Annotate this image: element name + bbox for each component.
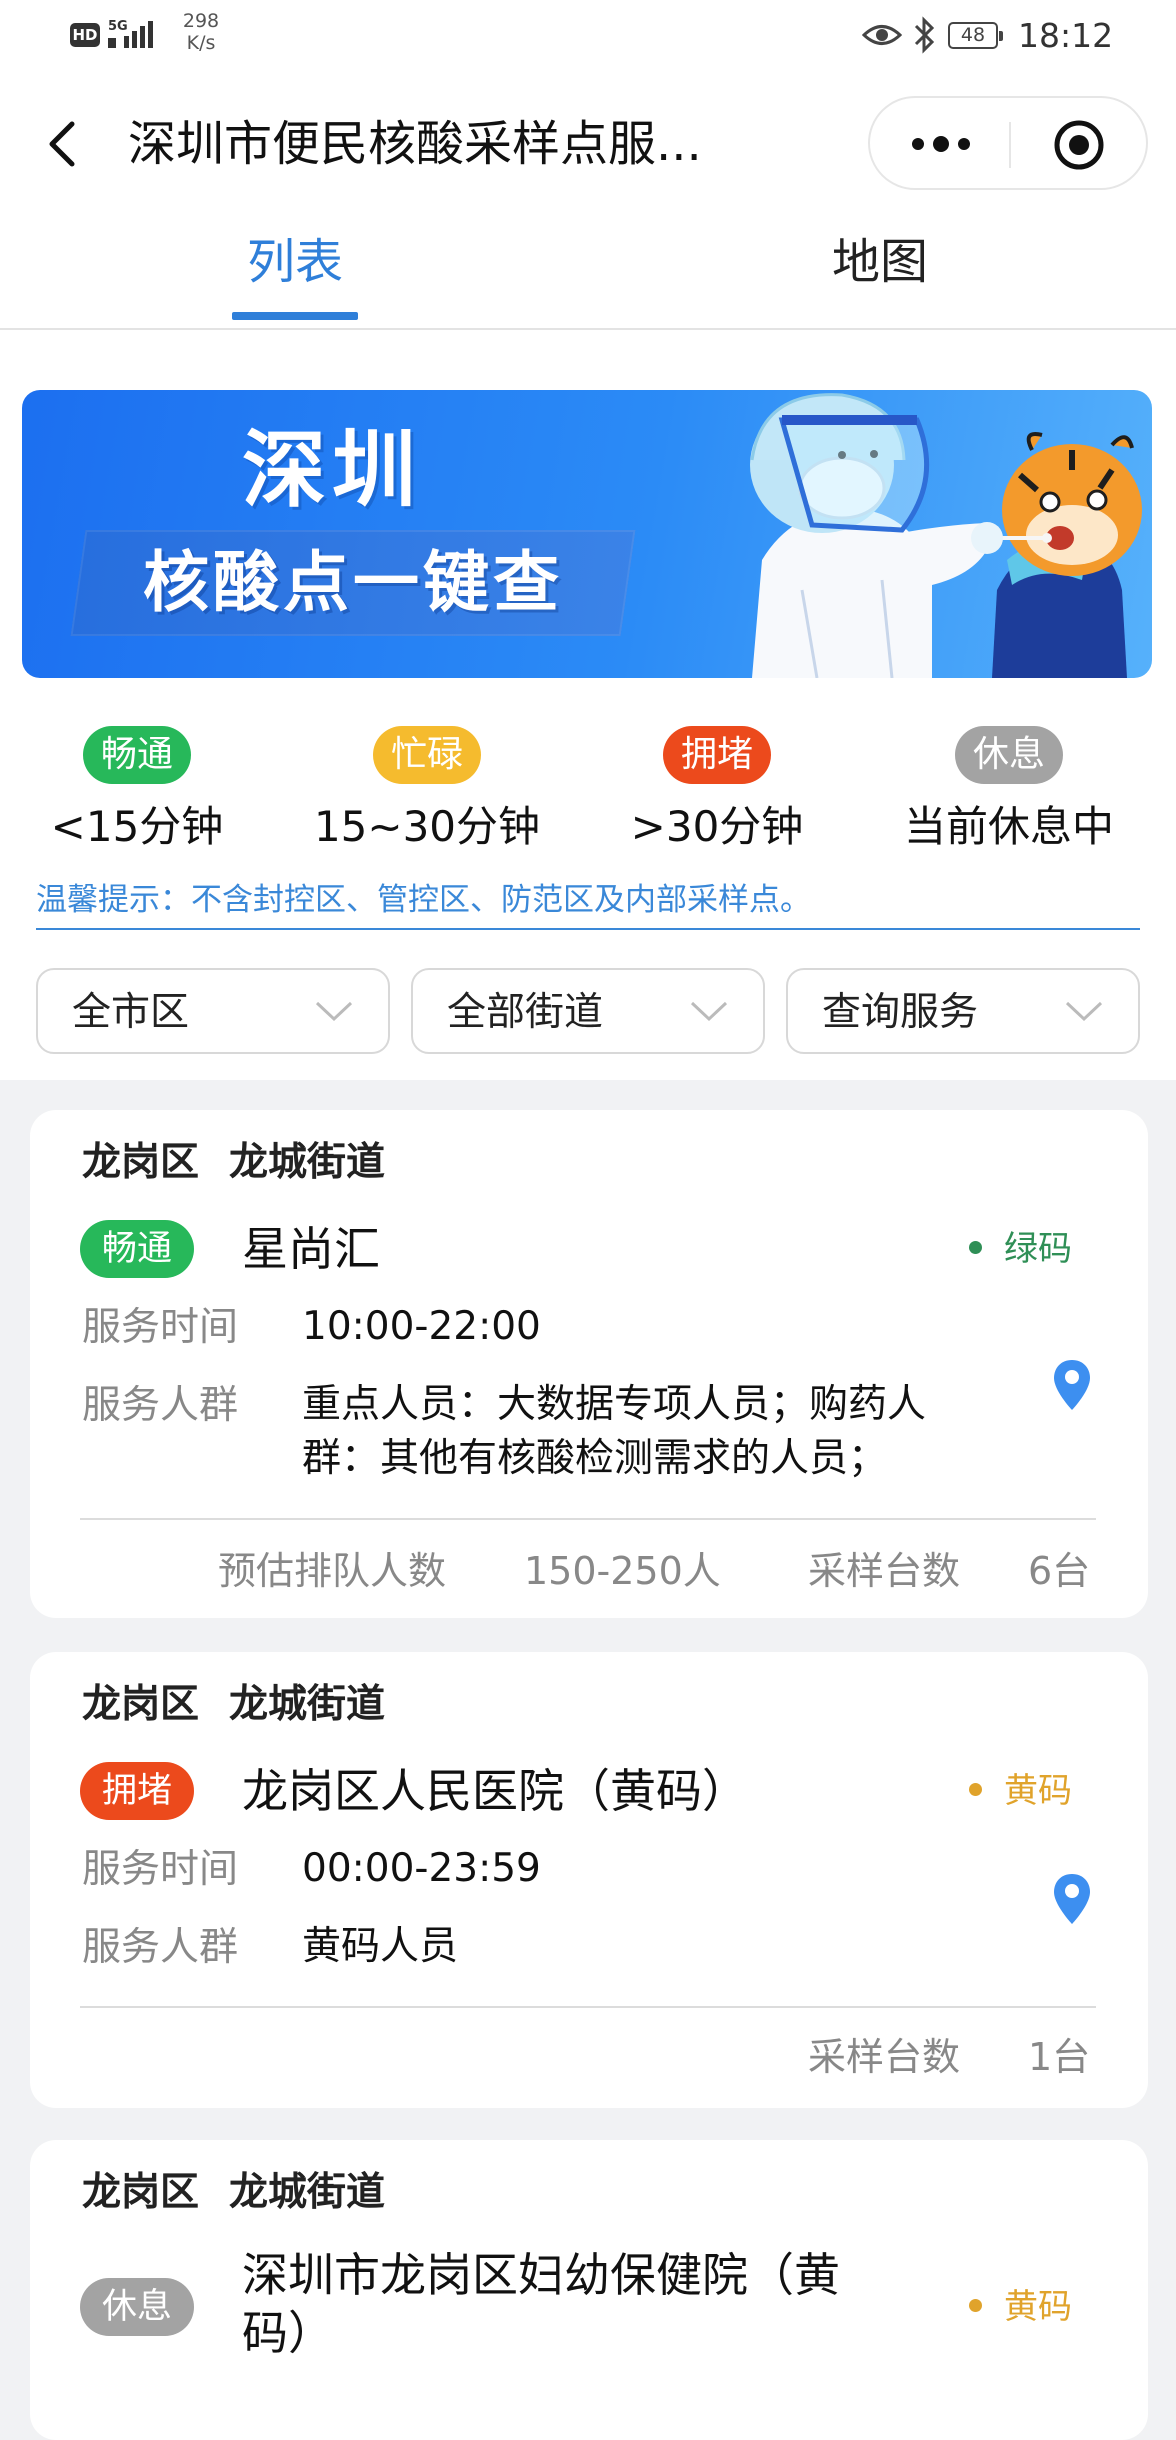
- more-button[interactable]: [906, 126, 976, 162]
- legend-desc: 15~30分钟: [313, 802, 541, 851]
- queue-value: 150-250人: [524, 1549, 721, 1593]
- code-label: 绿码: [1004, 1229, 1072, 1269]
- service-time-value: 10:00-22:00: [302, 1304, 541, 1349]
- card-divider: [80, 1518, 1096, 1520]
- service-group-label: 服务人群: [82, 1383, 239, 1428]
- battery-icon: 48: [948, 22, 1003, 49]
- speed-unit: K/s: [186, 32, 216, 54]
- status-bar: HD 5G 298 K/s 48 18:12: [0, 0, 1176, 76]
- stations-value: 6台: [1028, 1549, 1091, 1593]
- legend-desc: 当前休息中: [903, 802, 1114, 851]
- legend-congested: 拥堵 >30分钟: [602, 726, 832, 851]
- service-group-label: 服务人群: [82, 1925, 239, 1970]
- health-code: 黄码: [969, 2282, 1072, 2332]
- queue-label: 预估排队人数: [218, 1549, 447, 1593]
- card-region: 龙岗区 龙城街道: [82, 2166, 385, 2220]
- network-speed: 298 K/s: [176, 10, 226, 54]
- legend-resting: 休息 当前休息中: [894, 726, 1124, 851]
- service-time-value: 00:00-23:59: [302, 1846, 541, 1891]
- speed-value: 298: [182, 10, 220, 32]
- service-group-value: 重点人员：大数据专项人员；购药人群：其他有核酸检测需求的人员；: [302, 1382, 927, 1481]
- code-label: 黄码: [1004, 1771, 1072, 1811]
- chevron-down-icon: [1065, 1001, 1103, 1022]
- stations-label: 采样台数: [808, 1549, 961, 1593]
- legend-smooth: 畅通 <15分钟: [22, 726, 252, 851]
- card-divider: [80, 2006, 1096, 2008]
- back-button[interactable]: [40, 114, 90, 174]
- district-name: 龙岗区: [82, 2170, 200, 2215]
- stations-value: 1台: [1028, 2035, 1091, 2079]
- network-type: 5G: [108, 19, 128, 34]
- filter-label: 全部街道: [447, 990, 604, 1035]
- status-badge: 拥堵: [80, 1762, 195, 1820]
- legend-badge: 畅通: [82, 726, 192, 784]
- tab-list-label: 列表: [246, 234, 343, 290]
- notice-tip: 温馨提示：不含封控区、管控区、防范区及内部采样点。: [36, 878, 1140, 930]
- mini-program-capsule: [868, 96, 1148, 190]
- location-pin-icon[interactable]: [1052, 1358, 1092, 1412]
- eye-icon: [862, 25, 902, 45]
- status-badge: 畅通: [80, 1220, 195, 1278]
- site-card[interactable]: 龙岗区 龙城街道 拥堵 龙岗区人民医院（黄码） 黄码 服务时间 00:00-23:…: [30, 1652, 1148, 2108]
- street-name: 龙城街道: [229, 1140, 386, 1185]
- clock: 18:12: [1018, 16, 1114, 55]
- site-name: 龙岗区人民医院（黄码）: [242, 1764, 748, 1818]
- filter-label: 全市区: [72, 990, 190, 1035]
- legend-busy: 忙碌 15~30分钟: [312, 726, 542, 851]
- tab-list[interactable]: 列表: [200, 232, 390, 322]
- title-bar: 深圳市便民核酸采样点服...: [0, 76, 1176, 212]
- stations-label: 采样台数: [808, 2035, 961, 2079]
- legend-badge: 拥堵: [662, 726, 772, 784]
- tab-map[interactable]: 地图: [780, 232, 980, 322]
- site-card[interactable]: 龙岗区 龙城街道 畅通 星尚汇 绿码 服务时间 10:00-22:00 服务人群 …: [30, 1110, 1148, 1618]
- district-name: 龙岗区: [82, 1140, 200, 1185]
- health-code: 黄码: [969, 1766, 1072, 1816]
- legend-badge: 休息: [954, 726, 1064, 784]
- tab-map-label: 地图: [831, 234, 928, 290]
- legend-desc: <15分钟: [50, 802, 224, 851]
- street-filter[interactable]: 全部街道: [411, 968, 765, 1054]
- health-code: 绿码: [969, 1224, 1072, 1274]
- hd-icon: HD: [70, 23, 100, 47]
- back-arrow-icon: [49, 121, 75, 167]
- chevron-down-icon: [315, 1001, 353, 1022]
- legend-desc: >30分钟: [630, 802, 804, 851]
- card-region: 龙岗区 龙城街道: [82, 1136, 385, 1190]
- banner-title-line2: 核酸点一键查: [143, 544, 563, 621]
- close-button[interactable]: [1052, 118, 1106, 172]
- site-card[interactable]: 龙岗区 龙城街道 休息 深圳市龙岗区妇幼保健院（黄码） 黄码: [30, 2140, 1148, 2440]
- code-dot: [969, 1783, 982, 1796]
- service-time-label: 服务时间: [82, 1305, 239, 1350]
- district-name: 龙岗区: [82, 1682, 200, 1727]
- status-badge: 休息: [80, 2278, 195, 2336]
- site-name: 星尚汇: [242, 1222, 380, 1276]
- signal-icon: 5G: [108, 19, 153, 48]
- active-tab-indicator: [232, 312, 358, 320]
- capsule-divider: [1009, 122, 1011, 168]
- service-time-label: 服务时间: [82, 1847, 239, 1892]
- code-dot: [969, 1241, 982, 1254]
- chevron-down-icon: [690, 1001, 728, 1022]
- district-filter[interactable]: 全市区: [36, 968, 390, 1054]
- service-filter[interactable]: 查询服务: [786, 968, 1140, 1054]
- code-dot: [969, 2299, 982, 2312]
- view-tabs: 列表 地图: [0, 212, 1176, 330]
- header-area: 深圳 核酸点一键查 畅通 <15分钟 忙碌 15~30分钟 拥堵 >30分钟 休…: [0, 330, 1176, 1080]
- banner-illustration: [750, 393, 1142, 678]
- card-region: 龙岗区 龙城街道: [82, 1678, 385, 1732]
- street-name: 龙城街道: [229, 1682, 386, 1727]
- page-title: 深圳市便民核酸采样点服...: [128, 116, 702, 172]
- bluetooth-icon: [914, 16, 935, 54]
- banner[interactable]: 深圳 核酸点一键查: [22, 390, 1152, 678]
- street-name: 龙城街道: [229, 2170, 386, 2215]
- service-group-value: 黄码人员: [302, 1924, 459, 1969]
- code-label: 黄码: [1004, 2287, 1072, 2327]
- site-name: 深圳市龙岗区妇幼保健院（黄码）: [242, 2248, 840, 2360]
- filter-label: 查询服务: [822, 990, 979, 1035]
- legend-badge: 忙碌: [372, 726, 482, 784]
- location-pin-icon[interactable]: [1052, 1872, 1092, 1926]
- banner-title-line1: 深圳: [241, 421, 422, 519]
